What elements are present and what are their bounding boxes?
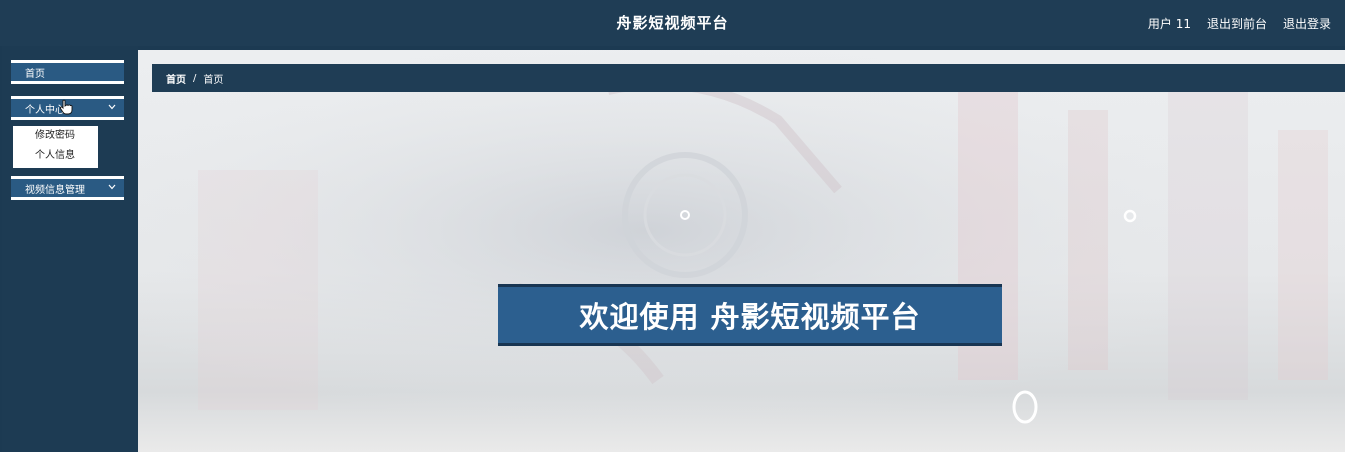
main-content: 首页 / 首页 欢迎使用 舟影短视频平台 <box>138 50 1345 452</box>
app-title: 舟影短视频平台 <box>616 14 729 32</box>
chevron-down-icon <box>108 183 116 193</box>
hand-cursor-icon <box>59 99 73 115</box>
chevron-down-icon <box>108 103 116 113</box>
breadcrumb-current: 首页 <box>203 74 224 86</box>
welcome-banner: 欢迎使用 舟影短视频平台 <box>498 284 1002 346</box>
submenu-item-personal-info[interactable]: 个人信息 <box>13 146 98 166</box>
user-label[interactable]: 用户 11 <box>1148 15 1191 32</box>
submenu-item-change-password[interactable]: 修改密码 <box>13 126 98 146</box>
background-illustration <box>138 50 1345 452</box>
submenu-personal-center: 修改密码 个人信息 <box>13 126 98 168</box>
sidebar-item-label: 视频信息管理 <box>25 184 85 196</box>
sidebar-item-video-management[interactable]: 视频信息管理 <box>11 176 124 200</box>
breadcrumb: 首页 / 首页 <box>152 64 1345 92</box>
top-links: 用户 11 退出到前台 退出登录 <box>1148 0 1331 46</box>
back-to-front-link[interactable]: 退出到前台 <box>1207 15 1267 32</box>
breadcrumb-home[interactable]: 首页 <box>166 71 186 86</box>
sidebar-item-home[interactable]: 首页 <box>11 60 124 84</box>
sidebar-item-label: 首页 <box>25 68 45 80</box>
top-header: 舟影短视频平台 用户 11 退出到前台 退出登录 <box>0 0 1345 46</box>
breadcrumb-separator: / <box>193 72 197 84</box>
logout-link[interactable]: 退出登录 <box>1283 15 1331 32</box>
